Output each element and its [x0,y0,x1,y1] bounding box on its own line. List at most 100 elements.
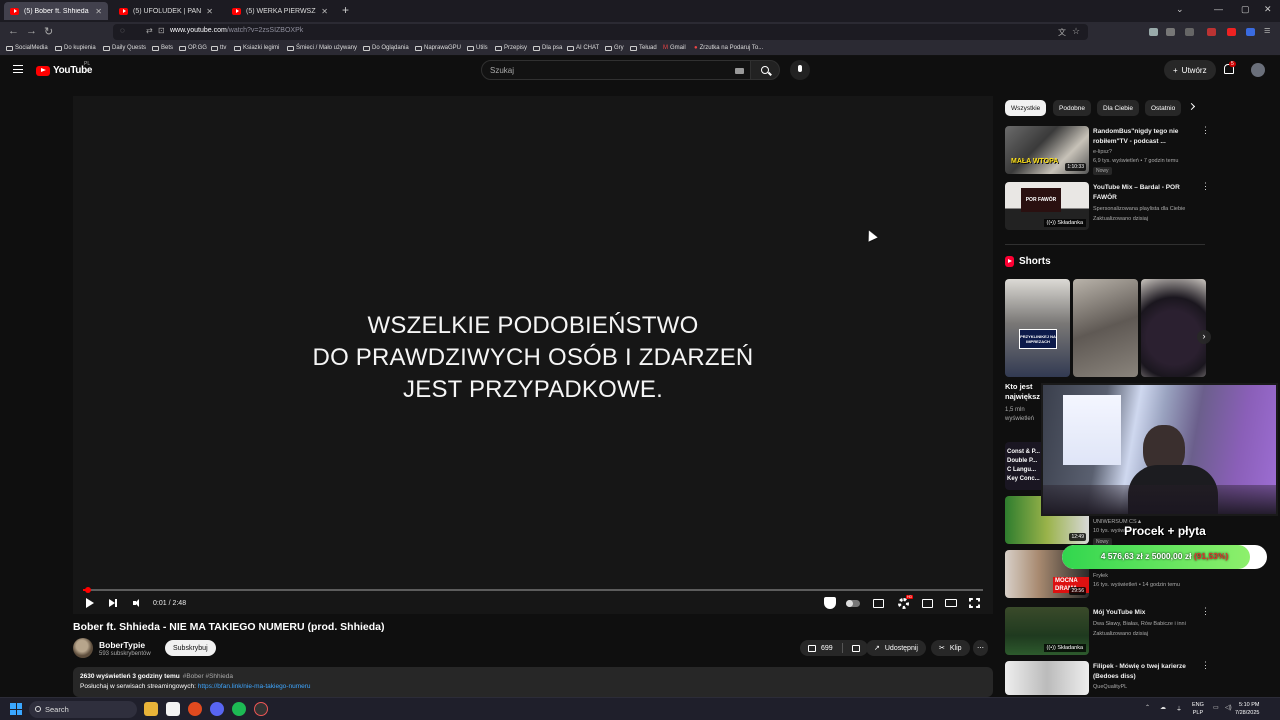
browser-tab-0[interactable]: (5) Bober ft. Shhieda - NIE MA ✕ [4,2,108,20]
bookmark-folder[interactable]: Tełuad [630,45,657,51]
language-indicator[interactable]: ENG PLP [1192,701,1204,717]
theater-button[interactable] [945,596,957,610]
video-thumbnail[interactable]: Const & P... Double P... C Langu... Key … [1005,442,1045,490]
firefox-icon[interactable] [188,702,202,716]
clock[interactable]: 5:10 PM 7/28/2025 [1235,701,1259,717]
extension-icon[interactable] [1185,28,1194,36]
tray-overflow-icon[interactable]: ⌃ [1145,704,1150,711]
video-thumbnail[interactable]: MAŁA WTOPA 1:10:33 [1005,126,1089,174]
extension-icon[interactable] [1246,28,1255,36]
bookmark-folder[interactable]: Śmieci / Mało używany [287,45,357,51]
more-vertical-icon[interactable]: ⋮ [1201,661,1210,670]
youtube-logo[interactable]: YouTube PL [36,61,93,76]
adblock-button[interactable] [824,596,836,610]
windows-start-icon[interactable] [10,703,22,715]
mix-thumbnail[interactable]: ((•)) Składanka [1005,607,1089,655]
more-vertical-icon[interactable]: ⋮ [1201,607,1210,616]
file-explorer-icon[interactable] [144,702,158,716]
extension-icon[interactable] [1207,28,1216,36]
extension-icon[interactable] [1166,28,1175,36]
obs-icon[interactable] [254,702,268,716]
progress-bar[interactable] [83,587,983,593]
recommendation-item[interactable]: MAŁA WTOPA 1:10:33 RandomBus"nigdy tego … [1005,126,1210,176]
cloud-icon[interactable]: ☁ [1160,704,1166,711]
bookmark-folder[interactable]: OP.GG [179,45,207,51]
mix-thumbnail[interactable]: POR FAWÓR ((•)) Składanka [1005,182,1089,230]
store-icon[interactable] [166,702,180,716]
settings-button[interactable]: HD [898,594,914,610]
back-icon[interactable]: ← [8,25,19,37]
shorts-next-button[interactable]: › [1197,330,1211,344]
search-input[interactable] [490,66,720,75]
recommendation-item[interactable]: POR FAWÓR ((•)) Składanka YouTube Mix – … [1005,182,1210,232]
bookmark-star-icon[interactable]: ☆ [1072,26,1080,37]
chip-similar[interactable]: Podobne [1053,100,1092,116]
short-thumbnail[interactable] [1073,279,1138,377]
hashtags[interactable]: #Bober #Shhieda [183,673,233,680]
shield-icon[interactable]: ◌ [120,26,125,35]
bookmark-folder[interactable]: NaprawaGPU [415,45,461,51]
streaming-link[interactable]: https://bfan.link/nie-ma-takiego-numeru [198,683,311,690]
chip-recent[interactable]: Ostatnio [1145,100,1181,116]
discord-icon[interactable] [210,702,224,716]
like-button[interactable]: 699 [800,640,868,656]
subscribe-button[interactable]: Subskrybuj [165,640,216,656]
account-avatar[interactable] [1251,63,1265,77]
permissions-icon[interactable]: ⇄ [146,26,153,35]
scrubber-handle[interactable] [85,587,92,593]
extension-icon[interactable] [1227,28,1236,36]
bookmark-folder[interactable]: Dla psa [533,45,562,51]
close-window-icon[interactable]: ✕ [1264,4,1272,15]
bookmark-folder[interactable]: Bets [152,45,173,51]
extension-icon[interactable] [1149,28,1158,36]
miniplayer-button[interactable] [922,596,933,610]
bookmark-zrzutka[interactable]: ● Zrzutka na Podaruj To... [694,45,763,51]
channel-avatar[interactable] [73,638,93,658]
recommendation-item[interactable]: ((•)) Składanka Mój YouTube Mix Dwa Sław… [1005,607,1210,657]
search-button[interactable] [750,60,780,80]
translate-icon[interactable]: 文 [1058,27,1066,38]
hamburger-menu-icon[interactable] [13,65,23,73]
bookmark-folder[interactable]: Ksiazki legimi [234,45,279,51]
bookmark-folder[interactable]: Daily Quests [103,45,146,51]
video-thumbnail[interactable] [1005,661,1089,695]
reload-icon[interactable]: ↻ [44,25,53,38]
subtitles-button[interactable] [873,596,884,610]
list-tabs-icon[interactable]: ⌄ [1176,4,1184,15]
forward-icon[interactable]: → [26,25,37,37]
short-thumbnail[interactable]: PRZYKLINIKEJ NA IMPREZACH [1005,279,1070,377]
next-button[interactable] [109,596,117,610]
chevron-right-icon[interactable] [1187,102,1196,111]
more-vertical-icon[interactable]: ⋮ [1201,182,1210,191]
usb-icon[interactable]: ⏚ [1176,704,1182,713]
short-thumbnail[interactable] [1141,279,1206,377]
recommendation-item[interactable]: Filipek - Mówię o twej karierze (Bedoes … [1005,661,1210,695]
bookmark-folder[interactable]: Przepisy [495,45,527,51]
description-box[interactable]: 2630 wyświetleń 3 godziny temu #Bober #Sh… [73,667,993,697]
autoplay-toggle[interactable] [846,596,860,610]
bookmark-folder[interactable]: AI CHAT [567,45,599,51]
maximize-icon[interactable]: ▢ [1241,4,1250,15]
create-button[interactable]: + Utwórz [1164,60,1216,80]
clip-button[interactable]: ✂ Klip [931,640,970,656]
fullscreen-button[interactable] [969,596,980,610]
taskbar-search[interactable]: Search [29,701,137,718]
share-button[interactable]: ↗ Udostępnij [866,640,926,656]
browser-tab-1[interactable]: (5) UFOLUDEK | PAN POLICJANT ✕ [113,2,219,20]
minimize-icon[interactable]: — [1214,4,1223,14]
more-actions-button[interactable]: ⋯ [973,640,988,656]
bookmark-folder[interactable]: SocialMedia [6,45,48,51]
chip-for-you[interactable]: Dla Ciebie [1097,100,1139,116]
new-tab-icon[interactable]: + [342,3,349,17]
close-tab-icon[interactable]: ✕ [321,7,328,16]
bookmark-folder[interactable]: Do Oglądania [363,45,409,51]
video-player[interactable]: WSZELKIE PODOBIEŃSTWO DO PRAWDZIWYCH OSÓ… [73,96,993,614]
more-vertical-icon[interactable]: ⋮ [1201,126,1210,135]
close-tab-icon[interactable]: ✕ [206,7,213,16]
keyboard-icon[interactable] [735,68,744,74]
mute-button[interactable] [133,596,143,610]
menu-icon[interactable]: ≡ [1264,25,1270,37]
channel-name[interactable]: BoberTypie [99,640,145,650]
bookmark-folder[interactable]: Do kupienia [55,45,96,51]
bookmark-gmail[interactable]: M Gmail [663,45,686,51]
